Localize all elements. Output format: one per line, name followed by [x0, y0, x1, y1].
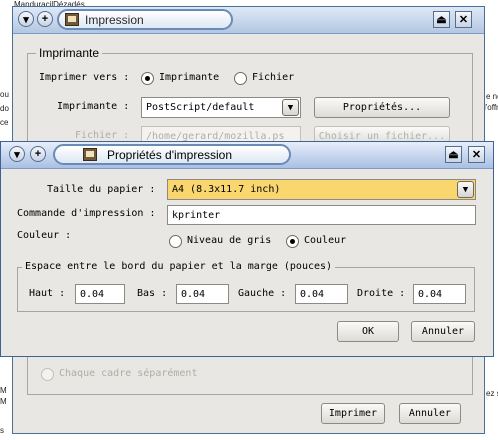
margin-left-label: Gauche : — [238, 288, 287, 299]
print-button[interactable]: Imprimer — [321, 403, 385, 424]
background-text: M — [0, 386, 7, 395]
margin-top-input[interactable]: 0.04 — [75, 284, 125, 304]
margin-right-label: Droite : — [357, 288, 406, 299]
cancel-button[interactable]: Annuler — [411, 321, 475, 342]
printer-combo[interactable]: PostScript/default ▼ — [141, 97, 301, 118]
radio-grayscale[interactable] — [169, 235, 182, 248]
printer-label: Imprimante : — [57, 101, 130, 112]
shade-icon[interactable]: ⏏ — [433, 11, 450, 28]
background-text: e ne — [486, 92, 498, 101]
printer-app-icon — [65, 13, 79, 26]
radio-grayscale-label[interactable]: Niveau de gris — [187, 235, 271, 246]
margins-group-title: Espace entre le bord du papier et la mar… — [22, 261, 336, 272]
window-pin-icon[interactable]: + — [30, 146, 46, 162]
margin-top-label: Haut : — [29, 288, 66, 299]
chevron-down-icon[interactable]: ▼ — [282, 99, 299, 116]
radio-color[interactable] — [286, 235, 299, 248]
radio-file-label[interactable]: Fichier — [252, 72, 294, 83]
window-menu-icon[interactable]: ▾ — [18, 11, 34, 27]
window-pin-icon[interactable]: + — [37, 11, 53, 27]
margin-bottom-input[interactable]: 0.04 — [176, 284, 229, 304]
paper-size-combo[interactable]: A4 (8.3x11.7 inch) ▼ — [167, 179, 476, 200]
radio-file[interactable] — [234, 72, 247, 85]
properties-button[interactable]: Propriétés... — [314, 97, 450, 118]
printer-group-title: Imprimante — [36, 46, 103, 60]
background-text: do — [0, 104, 9, 113]
radio-printer[interactable] — [141, 72, 154, 85]
radio-printer-label[interactable]: Imprimante — [159, 72, 219, 83]
properties-dialog-title-pill: Propriétés d'impression — [53, 144, 291, 165]
print-window-titlebar[interactable]: ▾ + Impression ⏏ ✕ — [13, 7, 484, 34]
printer-combo-value: PostScript/default — [146, 102, 255, 113]
margin-bottom-label: Bas : — [137, 288, 168, 299]
background-text: s — [0, 426, 4, 435]
print-to-label: Imprimer vers : — [39, 72, 130, 83]
print-command-input[interactable]: kprinter — [167, 205, 476, 225]
close-icon[interactable]: ✕ — [468, 146, 485, 163]
chevron-down-icon[interactable]: ▼ — [457, 181, 474, 198]
paper-size-value: A4 (8.3x11.7 inch) — [172, 184, 281, 195]
file-label: Fichier : — [75, 130, 130, 141]
print-command-label: Commande d'impression : — [17, 208, 156, 219]
background-text: ce — [0, 118, 9, 127]
printer-app-icon — [83, 148, 97, 161]
cancel-print-button[interactable]: Annuler — [399, 403, 461, 424]
radio-each-frame[interactable] — [41, 368, 54, 381]
shade-icon[interactable]: ⏏ — [445, 146, 462, 163]
background-text: ou — [0, 90, 9, 99]
margin-right-input[interactable]: 0.04 — [413, 284, 466, 304]
properties-dialog-title: Propriétés d'impression — [107, 147, 233, 162]
background-text: M — [0, 397, 7, 406]
print-window-title-pill: Impression — [57, 9, 233, 30]
ok-button[interactable]: OK — [337, 321, 399, 342]
window-menu-icon[interactable]: ▾ — [9, 146, 25, 162]
close-icon[interactable]: ✕ — [455, 11, 472, 28]
radio-color-label[interactable]: Couleur — [304, 235, 346, 246]
color-label: Couleur : — [17, 230, 72, 241]
background-text: ez s — [486, 389, 498, 398]
properties-dialog-titlebar[interactable]: ▾ + Propriétés d'impression ⏏ ✕ — [1, 142, 493, 169]
background-text: l'offre — [484, 103, 498, 112]
margin-left-input[interactable]: 0.04 — [295, 284, 348, 304]
paper-size-label: Taille du papier : — [47, 184, 156, 195]
properties-dialog: ▾ + Propriétés d'impression ⏏ ✕ Taille d… — [0, 141, 494, 357]
radio-each-frame-label[interactable]: Chaque cadre séparément — [59, 368, 197, 379]
